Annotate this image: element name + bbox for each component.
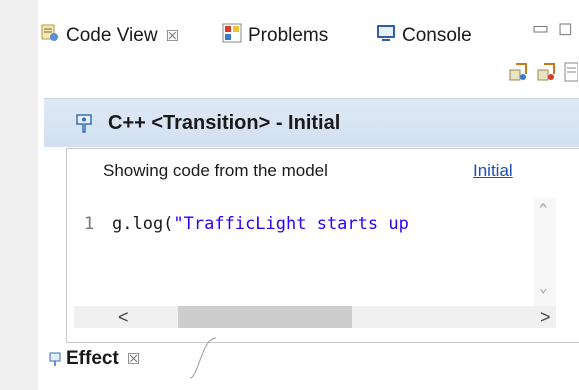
code-prefix: g.log( [112, 214, 174, 234]
tab-console-label: Console [402, 25, 472, 46]
tab-effect[interactable]: Effect ☒ [48, 342, 140, 376]
line-number: 1 [84, 214, 95, 234]
close-icon[interactable]: ☒ [127, 350, 140, 368]
tab-effect-label: Effect [66, 348, 119, 369]
tab-console[interactable]: Console [376, 20, 472, 52]
model-link-icon[interactable] [508, 62, 528, 82]
document-icon[interactable] [564, 62, 579, 82]
transition-header: C++ <Transition> - Initial [44, 98, 579, 147]
maximize-icon[interactable]: ◻ [558, 18, 573, 39]
minimize-icon[interactable]: ▭ [532, 18, 549, 39]
code-string: "TrafficLight starts up [173, 214, 409, 234]
tab-problems-label: Problems [248, 25, 329, 46]
header-title: C++ <Transition> - Initial [108, 111, 341, 134]
model-unlink-icon[interactable] [536, 62, 556, 82]
view-tab-bar: Code View ☒ Problems Console ▭ ◻ [38, 0, 579, 58]
tab-edge-curve [189, 337, 217, 379]
scroll-left-icon[interactable]: < [118, 306, 129, 328]
horizontal-scrollbar[interactable]: < > [74, 306, 556, 328]
code-view-panel: Code View ☒ Problems Console ▭ ◻ C++ <Tr… [38, 0, 579, 390]
info-text: Showing code from the model [103, 161, 328, 180]
scroll-up-icon[interactable]: ^ [539, 202, 547, 218]
tab-code-view[interactable]: Code View ☒ [40, 20, 179, 52]
vertical-scrollbar[interactable]: ^ ⌄ [534, 198, 556, 306]
code-line: g.log("TrafficLight starts up [112, 214, 512, 234]
scroll-thumb[interactable] [178, 306, 352, 328]
initial-link[interactable]: Initial [473, 161, 513, 181]
console-icon [376, 23, 396, 49]
close-icon[interactable]: ☒ [166, 27, 179, 45]
tab-code-view-label: Code View [66, 25, 158, 46]
effect-icon [48, 351, 62, 367]
transition-icon [74, 112, 94, 134]
scroll-right-icon[interactable]: > [540, 306, 551, 328]
scroll-down-icon[interactable]: ⌄ [539, 280, 547, 296]
tab-problems[interactable]: Problems [222, 20, 328, 52]
code-view-icon [40, 23, 60, 49]
problems-icon [222, 23, 242, 49]
